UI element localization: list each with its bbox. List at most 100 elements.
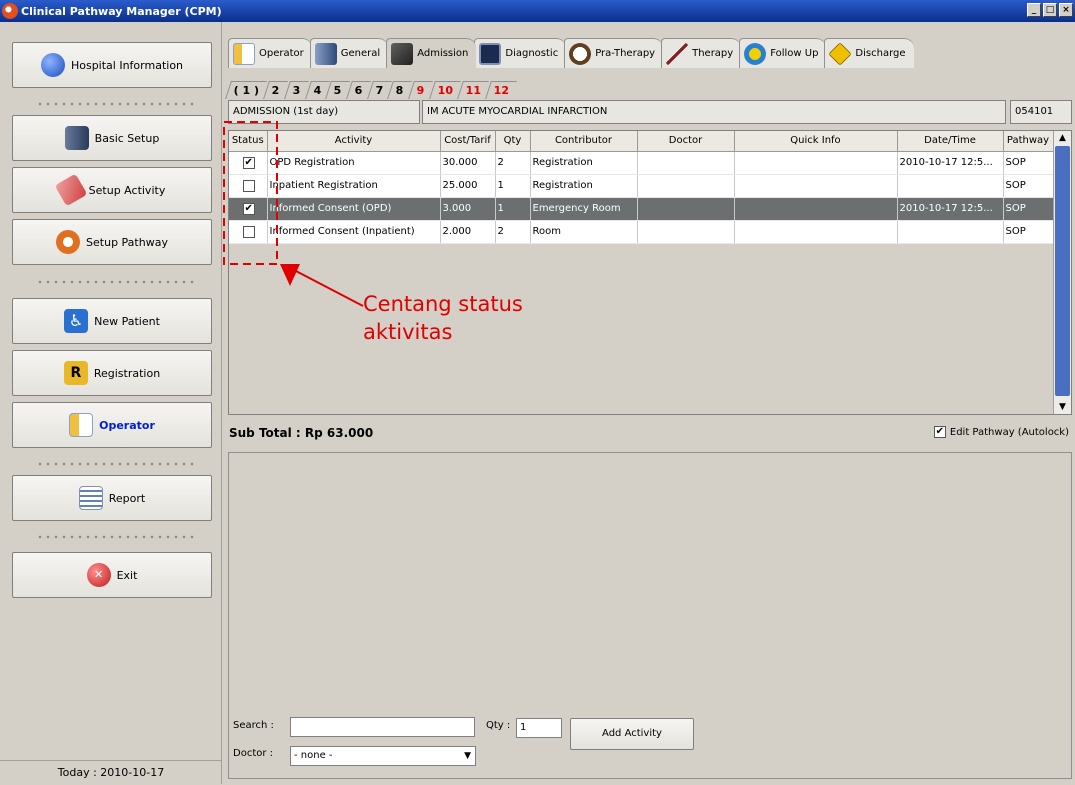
walk-sign-icon [828,41,853,66]
warning-icon [744,42,767,65]
day-tab-10[interactable]: 10 [428,81,461,99]
search-label: Search : [233,720,274,731]
separator [36,535,196,539]
quick-info-cell [734,174,898,198]
door-icon [64,126,89,150]
tab-diagnostic[interactable]: Diagnostic [474,38,567,68]
doctor-cell [637,151,735,175]
edit-pathway-toggle[interactable]: ✔ Edit Pathway (Autolock) [933,426,1069,438]
clock-icon [569,42,592,65]
diagnosis-code-field: 054101 [1010,100,1072,124]
form-icon [233,42,255,65]
sidebar-item-hospital-information[interactable]: Hospital Information [12,42,212,88]
contributor-cell: Emergency Room [530,197,638,221]
qty-cell: 2 [495,151,531,175]
quick-info-cell [734,151,898,175]
contributor-cell: Room [530,220,638,244]
annotation-text: Centang status aktivitas [363,292,523,344]
qty-cell: 1 [495,174,531,198]
tab-discharge[interactable]: Discharge [824,38,914,68]
cost-cell: 25.000 [440,174,496,198]
contributor-cell: Registration [530,151,638,175]
datetime-cell: 2010-10-17 12:5... [897,197,1004,221]
column-header-qty[interactable]: Qty [495,131,531,152]
add-activity-button[interactable]: Add Activity [570,718,694,750]
cost-cell: 2.000 [440,220,496,244]
column-header-pathway[interactable]: Pathway [1003,131,1054,152]
tab-follow-up[interactable]: Follow Up [739,38,827,68]
main-tabs: Operator General Admission Diagnostic Pr… [228,38,914,68]
building-icon [314,42,337,65]
day-tabs: ( 1 ) 2 3 4 5 6 7 8 9 10 11 12 [225,81,518,99]
day-tab-11[interactable]: 11 [457,81,490,99]
scroll-up-icon[interactable]: ▲ [1054,131,1071,145]
pathway-cell: SOP [1003,174,1054,198]
cost-cell: 30.000 [440,151,496,175]
column-header-contributor[interactable]: Contributor [530,131,638,152]
search-input[interactable] [290,717,475,737]
column-header-cost[interactable]: Cost/Tarif [440,131,496,152]
registration-r-icon: R [63,361,88,385]
maximize-button[interactable]: □ [1043,3,1057,17]
window-title: Clinical Pathway Manager (CPM) [21,4,222,18]
column-header-datetime[interactable]: Date/Time [897,131,1004,152]
separator [36,280,196,284]
scroll-down-icon[interactable]: ▼ [1054,400,1071,414]
sidebar-item-setup-pathway[interactable]: Setup Pathway [12,219,212,265]
report-icon [78,486,103,510]
day-tab-1[interactable]: ( 1 ) [225,81,268,99]
sidebar-item-report[interactable]: Report [12,475,212,521]
doctor-cell [637,174,735,198]
annotation-line [293,269,364,307]
quick-info-cell [734,197,898,221]
tab-pra-therapy[interactable]: Pra-Therapy [564,38,664,68]
sidebar-item-new-patient[interactable]: ♿ New Patient [12,298,212,344]
datetime-cell [897,220,1004,244]
separator [36,462,196,466]
doctor-select[interactable]: - none - ▼ [290,746,476,766]
tab-therapy[interactable]: Therapy [661,38,742,68]
lifebuoy-icon [56,230,81,254]
cost-cell: 3.000 [440,197,496,221]
edit-pathway-checkbox[interactable]: ✔ [933,426,946,438]
window-controls: _ □ × [1027,3,1073,17]
exit-icon: ✕ [86,563,111,587]
wheelchair-icon: ♿ [64,309,89,333]
subtotal-label: Sub Total : Rp 63.000 [229,426,374,440]
tab-operator[interactable]: Operator [228,38,312,68]
chevron-down-icon[interactable]: ▼ [464,747,471,765]
injection-icon [666,42,689,65]
qty-cell: 1 [495,197,531,221]
close-button[interactable]: × [1059,3,1073,17]
minimize-button[interactable]: _ [1027,3,1041,17]
monitor-icon [479,42,502,65]
qty-input[interactable]: 1 [516,718,562,738]
sidebar-item-operator[interactable]: Operator [12,402,212,448]
table-scrollbar[interactable]: ▲ ▼ [1053,131,1071,414]
app-icon [2,3,18,19]
tab-admission[interactable]: Admission [386,38,477,68]
day-tab-12[interactable]: 12 [485,81,518,99]
pathway-cell: SOP [1003,220,1054,244]
sidebar-item-exit[interactable]: ✕ Exit [12,552,212,598]
pathway-cell: SOP [1003,151,1054,175]
qty-cell: 2 [495,220,531,244]
annotation-marker [223,121,364,307]
sidebar-item-setup-activity[interactable]: Setup Activity [12,167,212,213]
contributor-cell: Registration [530,174,638,198]
sidebar-item-basic-setup[interactable]: Basic Setup [12,115,212,161]
admission-icon [391,42,414,65]
doctor-cell [637,197,735,221]
tab-general[interactable]: General [309,38,389,68]
quick-info-cell [734,220,898,244]
column-header-doctor[interactable]: Doctor [637,131,735,152]
doctor-label: Doctor : [233,748,274,759]
column-header-quick-info[interactable]: Quick Info [734,131,898,152]
qty-label: Qty : [486,720,511,731]
scrollbar-thumb[interactable] [1055,146,1070,396]
sidebar-item-registration[interactable]: R Registration [12,350,212,396]
annotation-arrowhead [280,264,300,286]
datetime-cell [897,174,1004,198]
bandage-icon [54,173,88,207]
annotation-dashed-box [223,121,278,265]
